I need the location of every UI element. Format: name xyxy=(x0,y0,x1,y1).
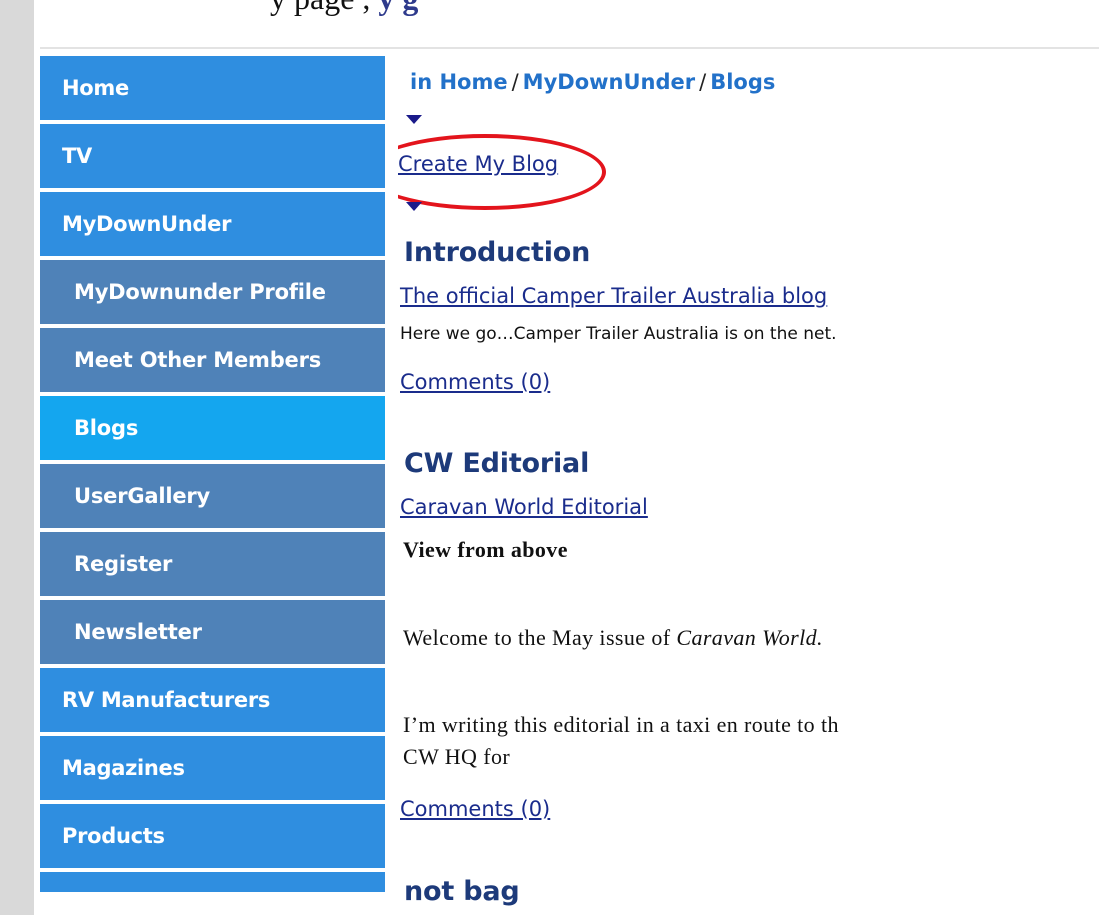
sidebar-item-register[interactable]: Register xyxy=(40,532,385,596)
sidebar-item-next-clipped[interactable] xyxy=(40,872,385,892)
comments-link[interactable]: Comments (0) xyxy=(400,370,550,394)
post-paragraph: Welcome to the May issue of Caravan Worl… xyxy=(403,625,823,651)
post-title: not bag xyxy=(404,876,520,907)
comments-link[interactable]: Comments (0) xyxy=(400,797,550,821)
sidebar-item-magazines[interactable]: Magazines xyxy=(40,736,385,800)
breadcrumb-separator: / xyxy=(511,70,519,94)
left-gray-strip xyxy=(0,0,34,915)
sidebar-item-products[interactable]: Products xyxy=(40,804,385,868)
magazine-title: Caravan World. xyxy=(676,625,823,650)
breadcrumb-separator: / xyxy=(699,70,707,94)
post-paragraph-text: Welcome to the May issue of xyxy=(403,625,671,650)
sidebar-nav: Home TV MyDownUnder MyDownunder Profile … xyxy=(40,56,385,892)
post-paragraph-line: CW HQ for xyxy=(403,744,511,769)
breadcrumb-home[interactable]: in Home xyxy=(410,70,508,94)
post-subtitle-link[interactable]: Caravan World Editorial xyxy=(400,495,648,519)
sidebar-item-mydownunder[interactable]: MyDownUnder xyxy=(40,192,385,256)
post-heading: View from above xyxy=(403,537,568,562)
breadcrumb: in Home / MyDownUnder / Blogs xyxy=(410,70,775,94)
sidebar-item-tv[interactable]: TV xyxy=(40,124,385,188)
arrow-down-icon xyxy=(406,202,422,211)
sidebar-item-meet-other-members[interactable]: Meet Other Members xyxy=(40,328,385,392)
sidebar-item-home[interactable]: Home xyxy=(40,56,385,120)
top-link[interactable]: y g xyxy=(378,0,418,16)
sidebar-item-usergallery[interactable]: UserGallery xyxy=(40,464,385,528)
top-text: y page , xyxy=(270,0,370,16)
main-content: in Home / MyDownUnder / Blogs Create My Blog… xyxy=(398,56,1099,915)
sidebar-item-mydownunder-profile[interactable]: MyDownunder Profile xyxy=(40,260,385,324)
breadcrumb-blogs[interactable]: Blogs xyxy=(710,70,775,94)
sidebar-item-newsletter[interactable]: Newsletter xyxy=(40,600,385,664)
post-excerpt: Here we go…Camper Trailer Australia is o… xyxy=(400,324,837,344)
highlight-circle xyxy=(398,134,606,210)
post-subtitle-link[interactable]: The official Camper Trailer Australia bl… xyxy=(400,284,827,308)
post-title: Introduction xyxy=(404,237,591,268)
breadcrumb-mydownunder[interactable]: MyDownUnder xyxy=(523,70,695,94)
post-title: CW Editorial xyxy=(404,448,590,479)
sidebar-item-rv-manufacturers[interactable]: RV Manufacturers xyxy=(40,668,385,732)
top-divider xyxy=(40,47,1099,49)
sidebar-item-blogs[interactable]: Blogs xyxy=(40,396,385,460)
top-clipped-text: y page , y g xyxy=(270,0,418,17)
post-paragraph-line: I’m writing this editorial in a taxi en … xyxy=(403,712,839,737)
arrow-down-icon xyxy=(406,115,422,124)
